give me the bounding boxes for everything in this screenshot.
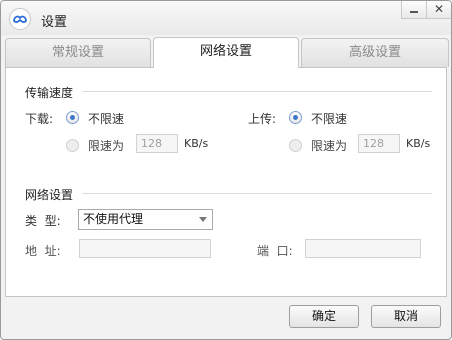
upload-limit-label[interactable]: 限速为 bbox=[311, 137, 347, 154]
upload-unlimited-radio[interactable] bbox=[289, 111, 302, 124]
proxy-type-label: 类 型: bbox=[25, 214, 61, 228]
address-input[interactable] bbox=[79, 239, 211, 258]
minimize-button[interactable] bbox=[401, 1, 426, 19]
window-title: 设置 bbox=[41, 15, 68, 30]
title-bar[interactable]: 设置 ✕ bbox=[1, 1, 451, 35]
tab-bar: 常规设置 网络设置 高级设置 bbox=[5, 37, 449, 68]
upload-unlimited-label[interactable]: 不限速 bbox=[311, 110, 347, 127]
chevron-down-icon bbox=[199, 217, 207, 222]
port-input[interactable] bbox=[305, 239, 421, 258]
upload-limit-input[interactable]: 128 bbox=[358, 134, 400, 153]
download-limit-label[interactable]: 限速为 bbox=[88, 137, 124, 154]
upload-label: 上传: bbox=[248, 112, 277, 126]
download-unlimited-radio[interactable] bbox=[66, 111, 79, 124]
settings-window: 设置 ✕ 常规设置 网络设置 高级设置 传输速度 下载: 不限速 限速为 128… bbox=[0, 0, 452, 340]
proxy-type-value: 不使用代理 bbox=[83, 212, 144, 226]
tab-advanced[interactable]: 高级设置 bbox=[301, 38, 449, 67]
speed-section-title: 传输速度 bbox=[25, 86, 74, 100]
download-limit-radio[interactable] bbox=[66, 139, 79, 152]
port-label: 端 口: bbox=[257, 244, 293, 258]
close-button[interactable]: ✕ bbox=[426, 1, 451, 19]
section-divider bbox=[82, 91, 432, 92]
download-unlimited-label[interactable]: 不限速 bbox=[88, 110, 124, 127]
app-logo-icon bbox=[9, 8, 31, 30]
network-settings-panel: 传输速度 下载: 不限速 限速为 128 KB/s 上传: 不限速 限速为 12… bbox=[5, 67, 447, 297]
upload-unit-label: KB/s bbox=[406, 137, 431, 150]
ok-button[interactable]: 确定 bbox=[289, 305, 359, 328]
window-controls: ✕ bbox=[401, 1, 451, 19]
download-limit-input[interactable]: 128 bbox=[136, 134, 178, 153]
upload-limit-radio[interactable] bbox=[289, 139, 302, 152]
download-label: 下载: bbox=[25, 112, 54, 126]
proxy-type-select[interactable]: 不使用代理 bbox=[78, 209, 213, 230]
tab-general[interactable]: 常规设置 bbox=[5, 38, 151, 67]
network-section-title: 网络设置 bbox=[25, 188, 74, 202]
download-unit-label: KB/s bbox=[184, 137, 209, 150]
cancel-button[interactable]: 取消 bbox=[371, 305, 441, 328]
minimize-icon bbox=[410, 11, 418, 13]
address-label: 地 址: bbox=[25, 244, 61, 258]
tab-network[interactable]: 网络设置 bbox=[153, 37, 299, 68]
close-icon: ✕ bbox=[433, 2, 445, 16]
section-divider bbox=[82, 193, 432, 194]
